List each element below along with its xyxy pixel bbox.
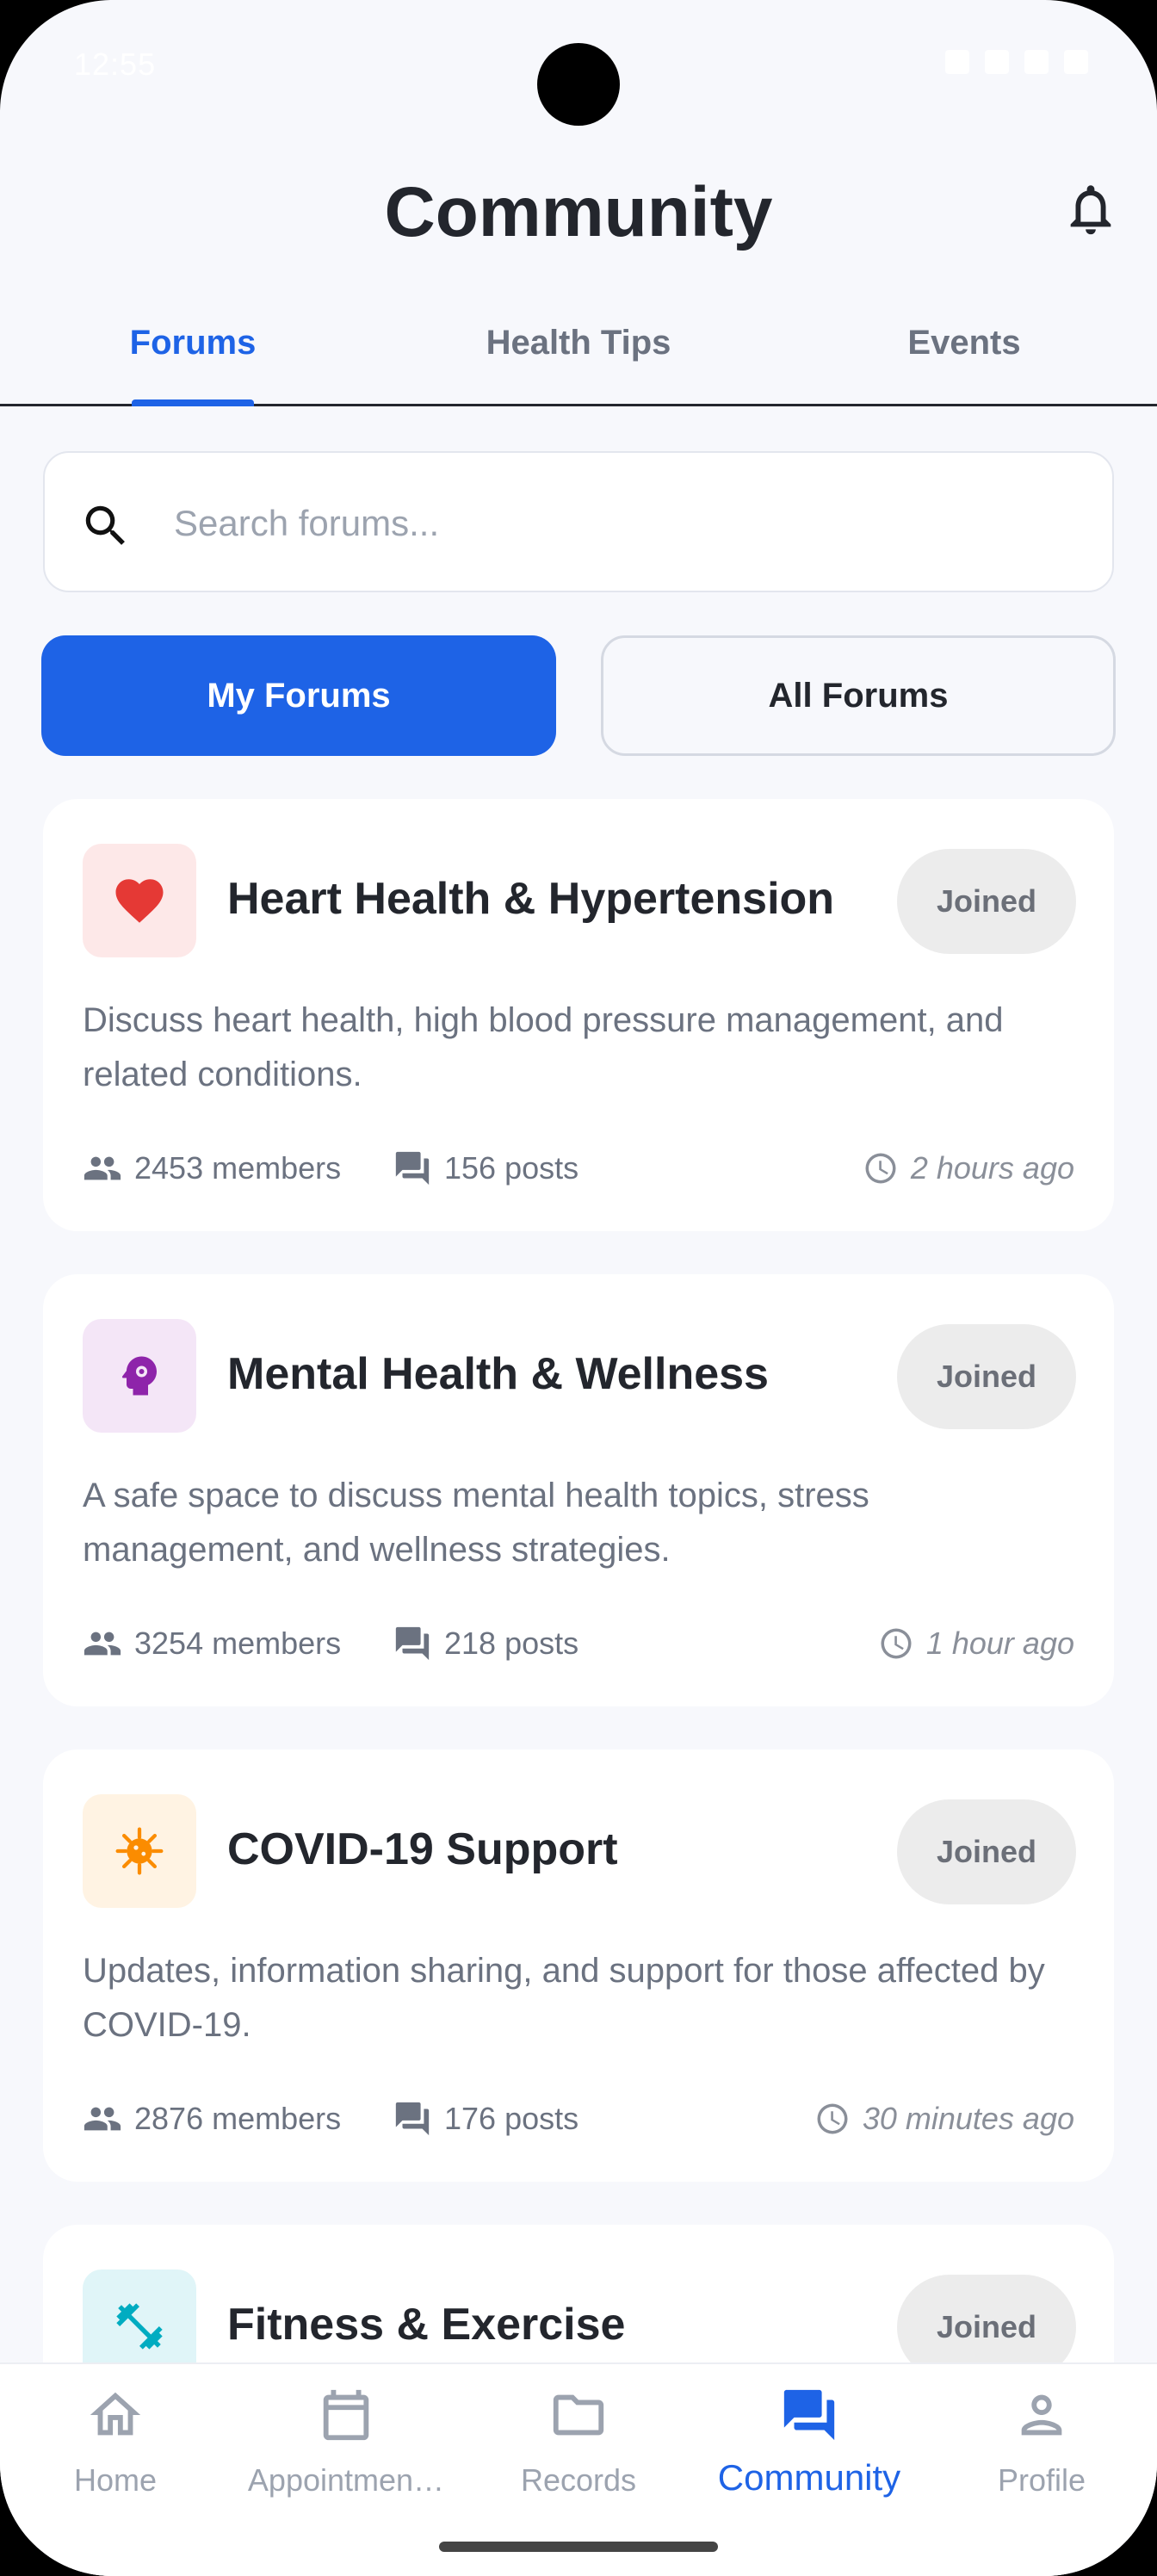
forum-card[interactable]: Mental Health & Wellness Joined A safe s…: [43, 1274, 1114, 1706]
nav-community[interactable]: Community: [694, 2385, 925, 2499]
forum-description: Discuss heart health, high blood pressur…: [83, 1001, 1004, 1093]
tab-bar: Forums Health Tips Events: [0, 293, 1157, 406]
tab-forums[interactable]: Forums: [0, 324, 386, 362]
mute-icon: [945, 50, 969, 74]
posts-label: 218 posts: [444, 1625, 579, 1661]
group-icon: [84, 1632, 121, 1656]
forum-icon-tile: [83, 1319, 196, 1433]
person-icon: [1021, 2394, 1062, 2436]
camera-cutout: [537, 43, 620, 126]
wifi-icon: [985, 50, 1009, 74]
active-tab-indicator: [132, 399, 254, 406]
joined-button[interactable]: Joined: [897, 849, 1076, 954]
home-icon: [90, 2392, 141, 2436]
tab-health-tips[interactable]: Health Tips: [386, 324, 771, 362]
my-forums-button[interactable]: My Forums: [41, 635, 556, 756]
members-count: 2453 members: [83, 1147, 341, 1190]
last-active-label: 30 minutes ago: [862, 2101, 1074, 2136]
nav-label: Community: [717, 2457, 901, 2498]
nav-label: Records: [520, 2462, 637, 2498]
joined-button[interactable]: Joined: [897, 1799, 1076, 1904]
search-icon: [85, 505, 125, 545]
notification-bell-icon[interactable]: [1061, 179, 1121, 239]
clock-icon: [881, 1628, 912, 1659]
app-header: Community: [0, 155, 1157, 267]
tab-events[interactable]: Events: [771, 324, 1157, 362]
nav-appointments[interactable]: Appointmen…: [231, 2385, 461, 2499]
status-time: 12:55: [74, 46, 157, 82]
nav-profile[interactable]: Profile: [926, 2385, 1157, 2499]
status-bar: 12:55: [0, 0, 1157, 138]
home-indicator[interactable]: [439, 2542, 718, 2552]
forum-title: Fitness & Exercise: [227, 2300, 626, 2350]
battery-icon: [1064, 50, 1088, 74]
nav-label: Home: [73, 2462, 158, 2498]
chat-icon: [395, 1151, 430, 1186]
chat-icon: [395, 2102, 430, 2136]
posts-count: 176 posts: [393, 2097, 578, 2140]
forum-title: Mental Health & Wellness: [227, 1349, 769, 1399]
members-count: 2876 members: [83, 2097, 341, 2140]
forum-title: COVID-19 Support: [227, 1824, 618, 1874]
forum-card[interactable]: COVID-19 Support Joined Updates, informa…: [43, 1749, 1114, 2182]
posts-count: 218 posts: [393, 1622, 578, 1665]
posts-count: 156 posts: [393, 1147, 578, 1190]
group-icon: [84, 1156, 121, 1180]
clock-icon: [865, 1153, 896, 1184]
signal-icon: [1024, 50, 1049, 74]
members-label: 3254 members: [134, 1625, 342, 1661]
last-active-label: 2 hours ago: [910, 1150, 1074, 1186]
calendar-icon: [323, 2389, 369, 2441]
last-active-label: 1 hour ago: [925, 1625, 1074, 1661]
forum-icon-tile: [83, 1794, 196, 1908]
joined-button[interactable]: Joined: [897, 1324, 1076, 1429]
posts-label: 156 posts: [444, 1150, 579, 1186]
status-icons: [945, 50, 1088, 74]
forum-description: Updates, information sharing, and suppor…: [83, 1952, 1045, 2044]
app-screen: 12:55 Community Forums Health Tips Event…: [0, 0, 1157, 2576]
folder-icon: [553, 2394, 604, 2436]
last-active: 30 minutes ago: [814, 2097, 1074, 2140]
heart-icon: [115, 879, 164, 923]
search-input[interactable]: [174, 487, 1078, 560]
nav-records[interactable]: Records: [463, 2385, 694, 2499]
nav-home[interactable]: Home: [0, 2385, 231, 2499]
nav-label: Appointmen…: [247, 2462, 445, 2498]
forum-icon-tile: [83, 844, 196, 957]
forum-title: Heart Health & Hypertension: [227, 874, 835, 924]
nav-label: Profile: [997, 2462, 1086, 2498]
last-active: 2 hours ago: [863, 1147, 1074, 1190]
forum-card[interactable]: Heart Health & Hypertension Joined Discu…: [43, 799, 1114, 1231]
forum-icon: [783, 2389, 835, 2441]
posts-label: 176 posts: [444, 2101, 579, 2136]
coronavirus-icon: [115, 1827, 164, 1875]
group-icon: [84, 2107, 121, 2131]
members-label: 2453 members: [134, 1150, 342, 1186]
psychology-icon: [121, 1356, 157, 1396]
clock-icon: [817, 2103, 848, 2134]
all-forums-button[interactable]: All Forums: [601, 635, 1116, 756]
members-count: 3254 members: [83, 1622, 341, 1665]
last-active: 1 hour ago: [878, 1622, 1074, 1665]
members-label: 2876 members: [134, 2101, 342, 2136]
search-bar[interactable]: [43, 451, 1114, 592]
chat-icon: [395, 1626, 430, 1661]
fitness-icon: [116, 2303, 163, 2350]
page-title: Community: [384, 173, 773, 251]
forum-description: A safe space to discuss mental health to…: [83, 1477, 869, 1569]
